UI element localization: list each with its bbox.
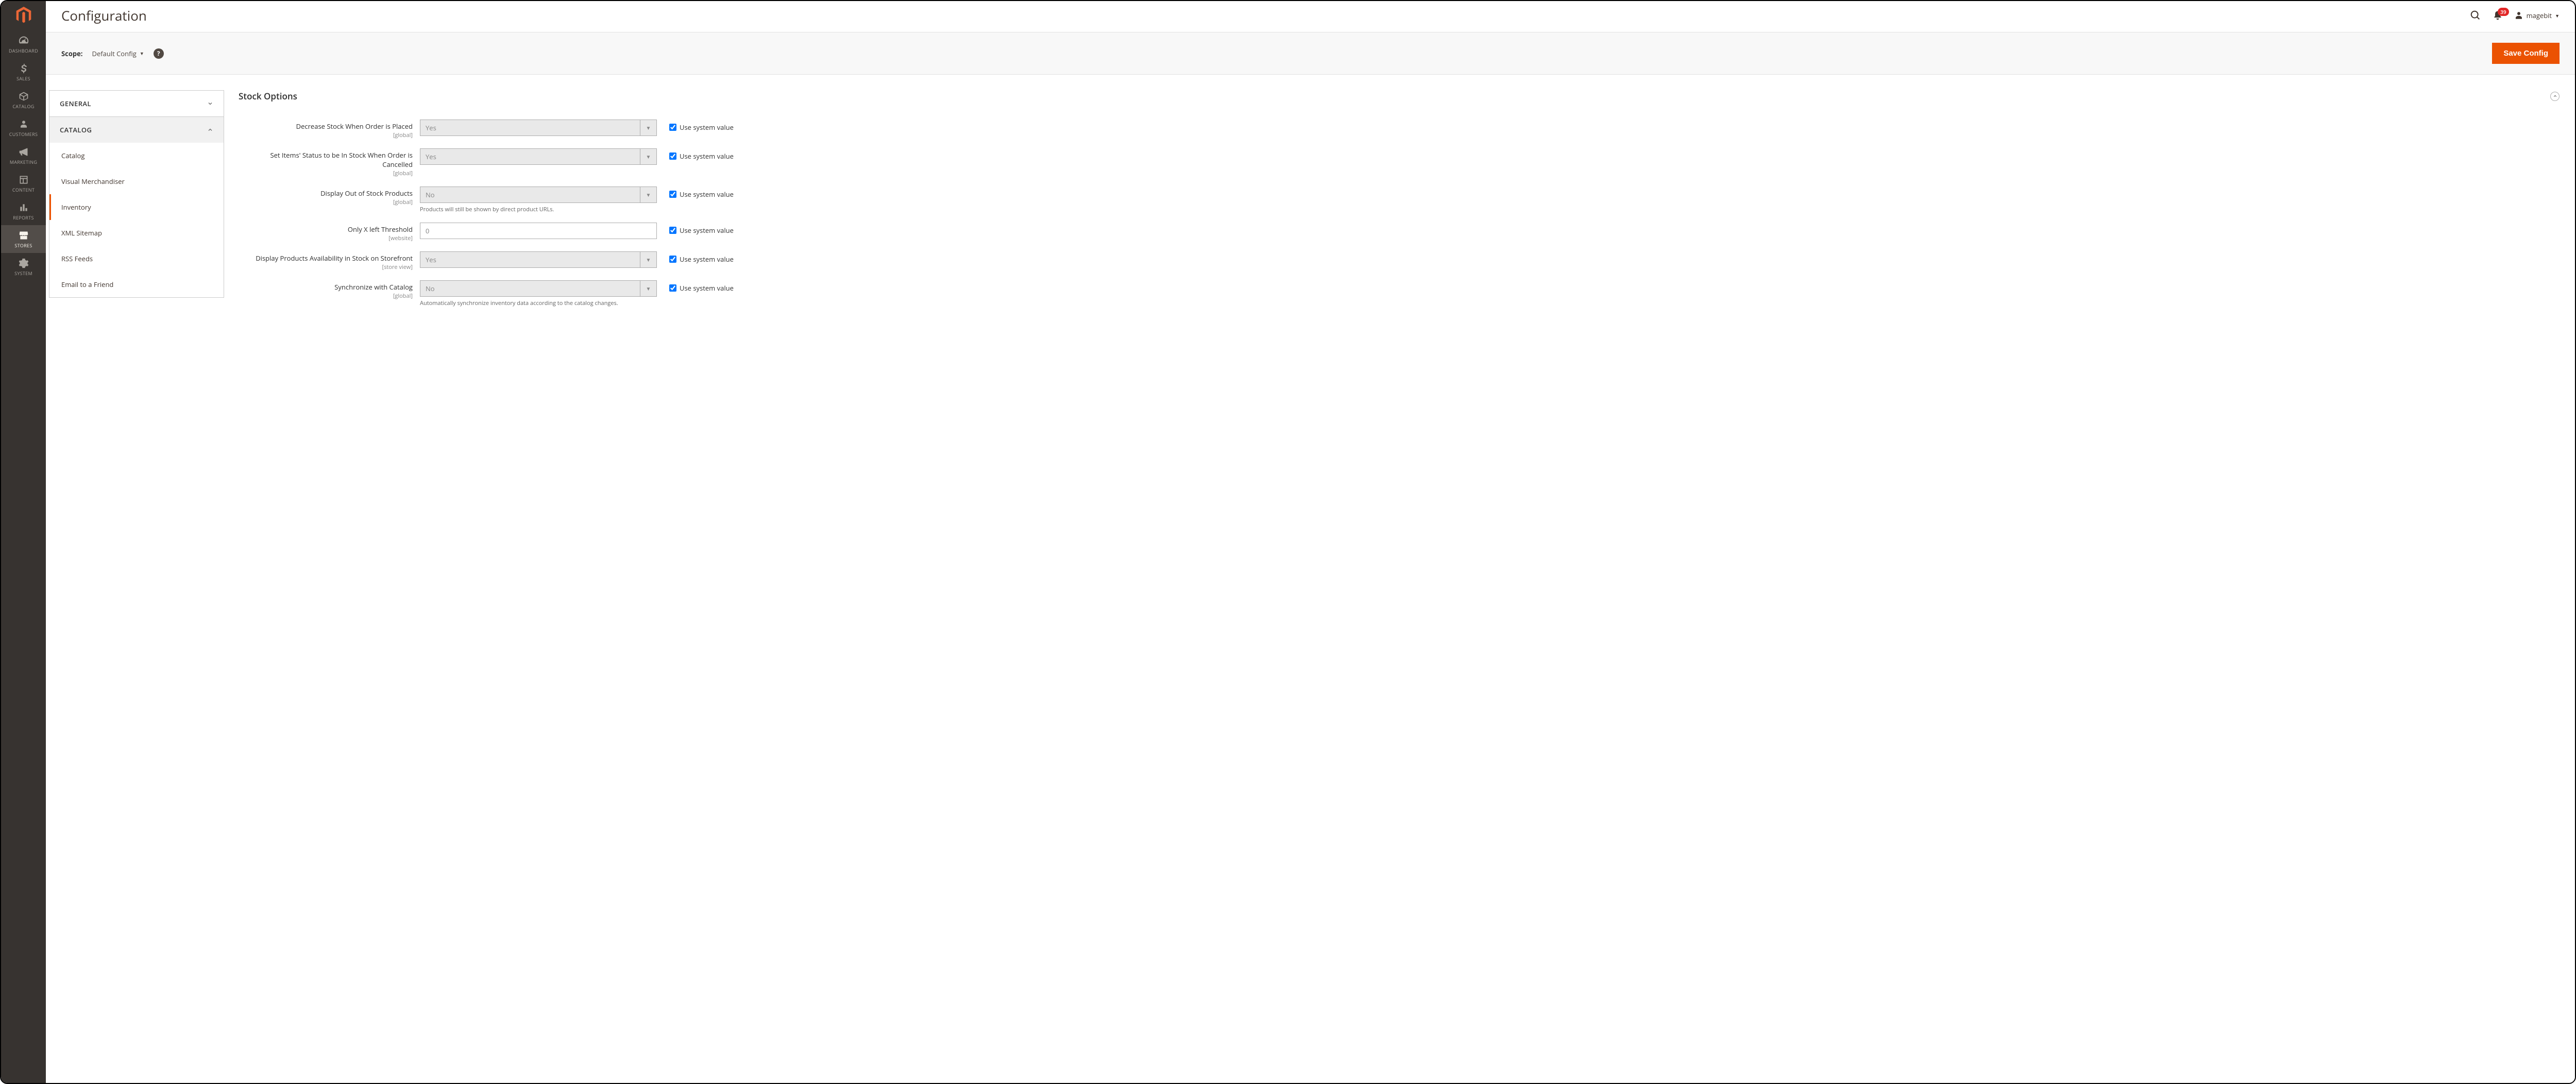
use-system-checkbox-2[interactable] xyxy=(669,191,676,198)
tab-catalog[interactable]: Catalog xyxy=(49,143,224,168)
dollar-icon xyxy=(19,63,29,74)
field-label: Decrease Stock When Order is Placed xyxy=(239,122,413,131)
use-system-checkbox-4[interactable] xyxy=(669,256,676,263)
use-system-label: Use system value xyxy=(680,151,734,161)
field-label: Only X left Threshold xyxy=(239,225,413,234)
layout-icon xyxy=(19,175,29,185)
scope-label: Scope: xyxy=(61,49,83,58)
field-scope: [store view] xyxy=(239,263,413,271)
nav-reports[interactable]: REPORTS xyxy=(1,197,46,225)
field-label: Display Products Availability in Stock o… xyxy=(239,253,413,263)
field-scope: [global] xyxy=(239,292,413,300)
person-icon xyxy=(19,119,28,129)
field-label: Display Out of Stock Products xyxy=(239,189,413,198)
use-system-label: Use system value xyxy=(680,283,734,293)
field-scope: [global] xyxy=(239,170,413,177)
nav-content[interactable]: CONTENT xyxy=(1,170,46,197)
chevron-down-icon xyxy=(207,100,213,107)
scope-selector[interactable]: Default Config ▼ xyxy=(92,49,144,58)
tab-inventory[interactable]: Inventory xyxy=(49,194,224,220)
field-label: Synchronize with Catalog xyxy=(239,282,413,292)
bars-icon xyxy=(19,202,29,213)
gear-icon xyxy=(19,258,29,268)
field-scope: [global] xyxy=(239,131,413,139)
scope-help-icon[interactable]: ? xyxy=(154,48,164,59)
notification-badge: 39 xyxy=(2498,8,2509,16)
chevron-down-icon: ▼ xyxy=(640,281,656,296)
chevron-down-icon: ▼ xyxy=(2555,12,2560,19)
page-title: Configuration xyxy=(61,6,2470,25)
config-tabs: GENERAL CATALOG Catalog Visual Merchandi… xyxy=(49,90,224,316)
field-select-1[interactable]: Yes▼ xyxy=(420,148,657,165)
use-system-checkbox-1[interactable] xyxy=(669,153,676,160)
nav-sales[interactable]: SALES xyxy=(1,58,46,86)
use-system-checkbox-3[interactable] xyxy=(669,227,676,234)
magento-logo[interactable] xyxy=(1,1,46,29)
collapse-icon[interactable] xyxy=(2550,92,2560,101)
megaphone-icon xyxy=(19,147,29,157)
tab-group-catalog[interactable]: CATALOG xyxy=(49,117,224,143)
chevron-down-icon: ▼ xyxy=(140,50,144,57)
field-label: Set Items' Status to be In Stock When Or… xyxy=(239,150,413,169)
field-input-3[interactable] xyxy=(420,223,657,239)
nav-system[interactable]: SYSTEM xyxy=(1,253,46,281)
gauge-icon xyxy=(18,35,29,46)
field-select-0[interactable]: Yes▼ xyxy=(420,120,657,136)
admin-sidebar: DASHBOARD SALES CATALOG CUSTOMERS MARKET… xyxy=(1,1,46,1083)
chevron-down-icon: ▼ xyxy=(640,187,656,202)
field-scope: [global] xyxy=(239,198,413,206)
chevron-down-icon: ▼ xyxy=(640,252,656,267)
nav-marketing[interactable]: MARKETING xyxy=(1,142,46,170)
nav-customers[interactable]: CUSTOMERS xyxy=(1,114,46,142)
chevron-up-icon xyxy=(207,127,213,133)
nav-dashboard[interactable]: DASHBOARD xyxy=(1,29,46,58)
field-note: Products will still be shown by direct p… xyxy=(420,206,657,213)
chevron-down-icon: ▼ xyxy=(640,120,656,136)
field-scope: [website] xyxy=(239,234,413,242)
tab-xml-sitemap[interactable]: XML Sitemap xyxy=(49,220,224,246)
tab-visual-merchandiser[interactable]: Visual Merchandiser xyxy=(49,168,224,194)
use-system-label: Use system value xyxy=(680,226,734,235)
use-system-label: Use system value xyxy=(680,190,734,199)
user-menu[interactable]: magebit ▼ xyxy=(2514,11,2560,20)
field-select-5[interactable]: No▼ xyxy=(420,280,657,297)
use-system-checkbox-5[interactable] xyxy=(669,284,676,292)
use-system-checkbox-0[interactable] xyxy=(669,124,676,131)
use-system-label: Use system value xyxy=(680,123,734,132)
tab-rss-feeds[interactable]: RSS Feeds xyxy=(49,246,224,272)
nav-catalog[interactable]: CATALOG xyxy=(1,86,46,114)
store-icon xyxy=(19,230,29,241)
field-note: Automatically synchronize inventory data… xyxy=(420,299,657,307)
nav-stores[interactable]: STORES xyxy=(1,225,46,253)
chevron-down-icon: ▼ xyxy=(640,149,656,164)
field-select-4[interactable]: Yes▼ xyxy=(420,251,657,268)
notifications-icon[interactable]: 39 xyxy=(2493,10,2503,21)
field-select-2[interactable]: No▼ xyxy=(420,187,657,203)
tab-email-friend[interactable]: Email to a Friend xyxy=(49,272,224,297)
save-config-button[interactable]: Save Config xyxy=(2492,43,2560,64)
section-title: Stock Options xyxy=(239,90,2550,102)
use-system-label: Use system value xyxy=(680,255,734,264)
box-icon xyxy=(19,91,29,101)
search-icon[interactable] xyxy=(2470,10,2481,21)
tab-group-general[interactable]: GENERAL xyxy=(49,90,224,117)
user-icon xyxy=(2514,11,2523,20)
